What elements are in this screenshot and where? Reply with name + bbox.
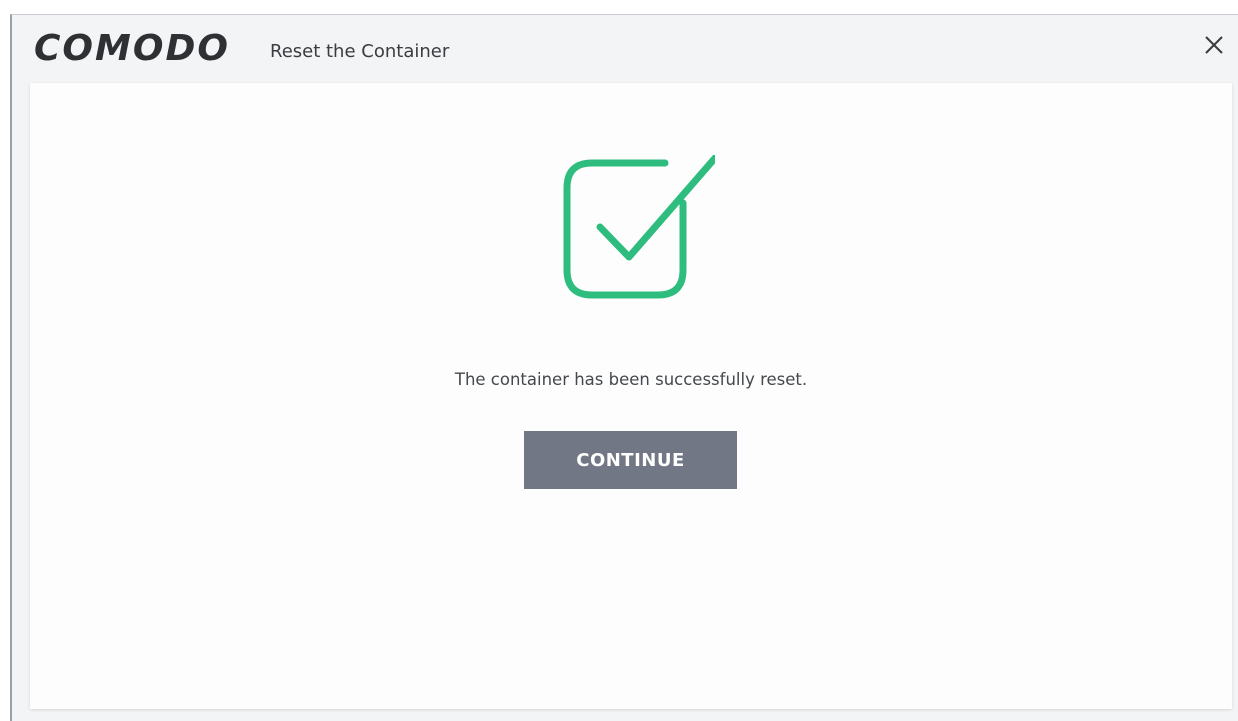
window-title: Reset the Container [270, 41, 450, 62]
continue-button[interactable]: CONTINUE [524, 431, 737, 489]
dialog-content: The container has been successfully rese… [30, 83, 1232, 709]
close-button[interactable] [1202, 33, 1226, 57]
close-icon [1205, 36, 1223, 54]
dialog-window: COMODO Reset the Container The container… [10, 14, 1238, 721]
title-bar: COMODO Reset the Container [12, 15, 1238, 83]
success-message: The container has been successfully rese… [454, 370, 808, 389]
comodo-logo: COMODO [34, 28, 230, 69]
checkbox-checked-icon [563, 155, 715, 299]
